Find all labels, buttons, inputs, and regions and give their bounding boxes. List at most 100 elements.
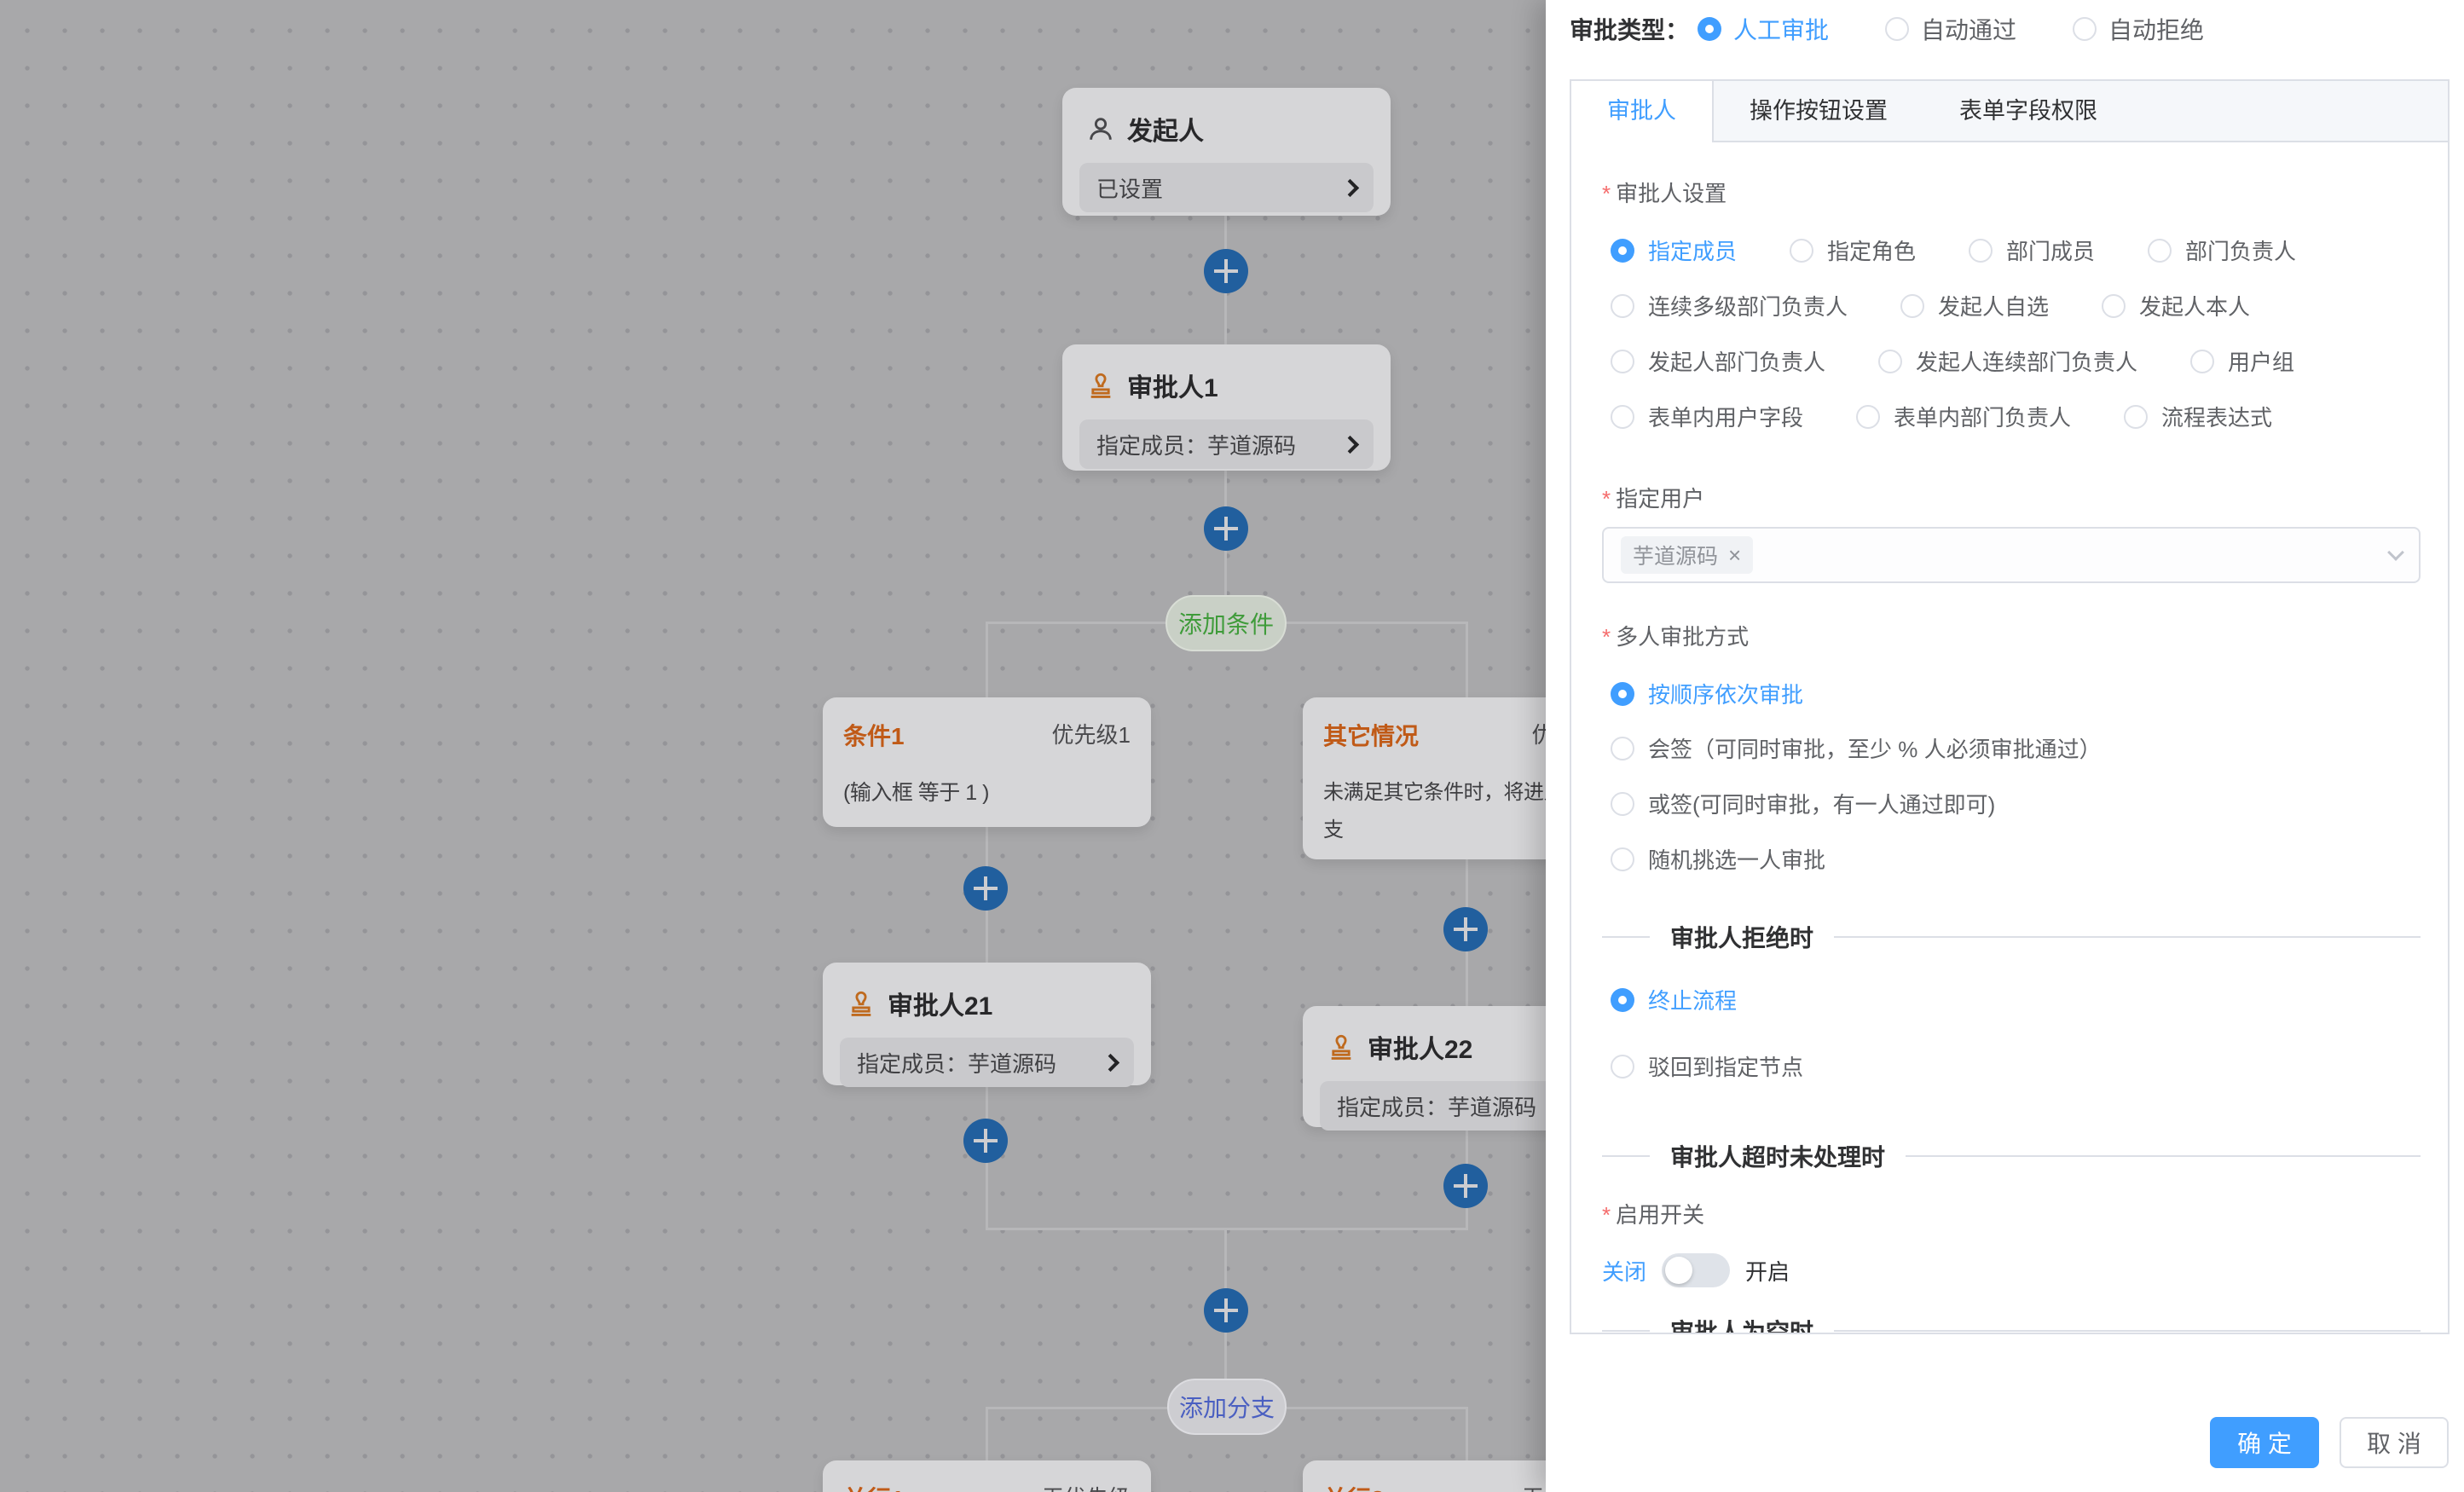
node-title: 发起人 [1127, 110, 1204, 147]
add-node-button[interactable] [1443, 1164, 1488, 1208]
radio-icon[interactable] [1611, 682, 1634, 706]
node-approver1[interactable]: 审批人1 指定成员：芋道源码 [1062, 344, 1391, 471]
node-approver22[interactable]: 审批人22 指定成员：芋道源码 [1303, 1006, 1546, 1127]
node-parallel2[interactable]: 并行2 无优先级 [1303, 1460, 1546, 1492]
option-starter-multi-dept-leader[interactable]: 发起人连续部门负责人 [1878, 345, 2137, 377]
option-user-group[interactable]: 用户组 [2190, 345, 2294, 377]
option-process-expression[interactable]: 流程表达式 [2124, 401, 2272, 432]
add-node-button[interactable] [1443, 907, 1488, 951]
radio-icon[interactable] [1611, 294, 1634, 318]
tab-approver[interactable]: 审批人 [1571, 81, 1714, 142]
add-branch-label: 添加分支 [1179, 1390, 1275, 1424]
option-assign-member[interactable]: 指定成员 [1611, 234, 1737, 266]
enable-switch-label: * 启用开关 [1602, 1198, 1704, 1229]
user-tag-label: 芋道源码 [1633, 540, 1718, 570]
radio-icon[interactable] [1611, 239, 1634, 263]
add-node-button[interactable] [963, 1119, 1008, 1163]
radio-icon[interactable] [1790, 239, 1813, 263]
radio-icon[interactable] [1611, 405, 1634, 429]
radio-icon[interactable] [1611, 792, 1634, 816]
node-body-text: 指定成员：芋道源码 [857, 1047, 1056, 1079]
branch-merge-line [986, 1228, 1468, 1230]
condition1-header: 条件1 优先级1 [843, 718, 1131, 752]
tabbar: 审批人 操作按钮设置 表单字段权限 [1571, 81, 2448, 142]
radio-icon[interactable] [1698, 17, 1721, 41]
radio-icon[interactable] [1611, 1055, 1634, 1079]
node-start[interactable]: 发起人 已设置 [1062, 88, 1391, 216]
user-icon [1086, 114, 1115, 143]
approver-setting-row1: 指定成员 指定角色 部门成员 部门负责人 [1611, 234, 2349, 266]
node-body-text: 已设置 [1096, 172, 1163, 204]
approval-type-auto-pass[interactable]: 自动通过 [1885, 12, 2016, 46]
node-condition-else[interactable]: 其它情况 优先级2 未满足其它条件时，将进入此分支 [1303, 697, 1546, 859]
parallel1-header: 并行1 无优先级 [843, 1481, 1131, 1492]
radio-label: 自动通过 [1921, 12, 2016, 46]
reject-terminate: 终止流程 [1611, 984, 1790, 1015]
node-title: 审批人1 [1127, 367, 1218, 404]
radio-icon[interactable] [1900, 294, 1924, 318]
flow-canvas[interactable]: 发起人 已设置 审批人1 指定成员：芋道源码 添加条件 条件1 优先级1 [0, 0, 1546, 1492]
assign-user-select[interactable]: 芋道源码 × [1602, 527, 2421, 583]
radio-icon[interactable] [2102, 294, 2126, 318]
approval-type-auto-reject[interactable]: 自动拒绝 [2073, 12, 2204, 46]
radio-icon[interactable] [1611, 737, 1634, 760]
radio-icon[interactable] [2073, 17, 2097, 41]
add-branch-button[interactable]: 添加分支 [1167, 1379, 1287, 1435]
cancel-button[interactable]: 取 消 [2340, 1417, 2449, 1468]
radio-icon[interactable] [2148, 239, 2172, 263]
option-multi-level-dept-leader[interactable]: 连续多级部门负责人 [1611, 290, 1848, 321]
node-approver22-config[interactable]: 指定成员：芋道源码 [1320, 1081, 1546, 1131]
add-node-button[interactable] [1204, 1288, 1248, 1333]
reject-return-node: 驳回到指定节点 [1611, 1050, 1856, 1082]
radio-label: 自动拒绝 [2108, 12, 2204, 46]
timeout-switch-row: 关闭 开启 [1602, 1253, 1790, 1287]
confirm-button[interactable]: 确 定 [2210, 1417, 2319, 1468]
multi-mode-label: * 多人审批方式 [1602, 620, 1749, 651]
radio-icon[interactable] [2190, 350, 2214, 373]
approver-setting-row2: 连续多级部门负责人 发起人自选 发起人本人 [1611, 290, 2303, 321]
node-approver1-header: 审批人1 [1062, 344, 1391, 404]
option-dept-member[interactable]: 部门成员 [1969, 234, 2095, 266]
radio-icon[interactable] [1969, 239, 1993, 263]
node-condition1[interactable]: 条件1 优先级1 (输入框 等于 1 ) [823, 697, 1151, 827]
radio-icon[interactable] [1856, 405, 1880, 429]
user-tag: 芋道源码 × [1621, 536, 1753, 574]
node-title: 审批人21 [888, 985, 992, 1022]
option-starter-dept-leader[interactable]: 发起人部门负责人 [1611, 345, 1825, 377]
tag-close-icon[interactable]: × [1728, 542, 1741, 569]
tab-form-field-permissions[interactable]: 表单字段权限 [1923, 81, 2133, 141]
radio-icon[interactable] [1611, 988, 1634, 1012]
node-approver21-config[interactable]: 指定成员：芋道源码 [840, 1038, 1134, 1087]
radio-icon[interactable] [1878, 350, 1902, 373]
node-approver1-config[interactable]: 指定成员：芋道源码 [1079, 419, 1374, 469]
option-starter-self[interactable]: 发起人本人 [2102, 290, 2250, 321]
condition-priority: 优先级1 [1052, 718, 1131, 749]
add-node-button[interactable] [1204, 506, 1248, 551]
radio-icon[interactable] [1885, 17, 1909, 41]
reject-divider: 审批人拒绝时 [1602, 920, 2421, 954]
timeout-divider-title: 审批人超时未处理时 [1670, 1139, 1885, 1173]
connector [1466, 1407, 1468, 1465]
approval-type-manual[interactable]: 人工审批 [1698, 12, 1829, 46]
node-parallel1[interactable]: 并行1 无优先级 [823, 1460, 1151, 1492]
radio-icon[interactable] [2124, 405, 2148, 429]
option-form-user-field[interactable]: 表单内用户字段 [1611, 401, 1803, 432]
add-node-button[interactable] [963, 866, 1008, 911]
option-starter-self-select[interactable]: 发起人自选 [1900, 290, 2049, 321]
node-approver21[interactable]: 审批人21 指定成员：芋道源码 [823, 963, 1151, 1085]
option-form-dept-leader[interactable]: 表单内部门负责人 [1856, 401, 2071, 432]
option-dept-leader[interactable]: 部门负责人 [2148, 234, 2296, 266]
timeout-toggle[interactable] [1662, 1253, 1730, 1287]
node-approver22-header: 审批人22 [1303, 1006, 1546, 1066]
connector [986, 622, 988, 697]
radio-icon[interactable] [1611, 847, 1634, 871]
radio-icon[interactable] [1611, 350, 1634, 373]
add-condition-button[interactable]: 添加条件 [1165, 595, 1287, 651]
tab-action-buttons[interactable]: 操作按钮设置 [1714, 81, 1923, 141]
reject-divider-title: 审批人拒绝时 [1670, 920, 1813, 954]
option-assign-role[interactable]: 指定角色 [1790, 234, 1916, 266]
approval-type-row: 审批类型： 人工审批 自动通过 自动拒绝 [1570, 12, 2260, 46]
add-node-button[interactable] [1204, 249, 1248, 293]
node-start-config[interactable]: 已设置 [1079, 163, 1374, 212]
timeout-divider: 审批人超时未处理时 [1602, 1139, 2421, 1173]
